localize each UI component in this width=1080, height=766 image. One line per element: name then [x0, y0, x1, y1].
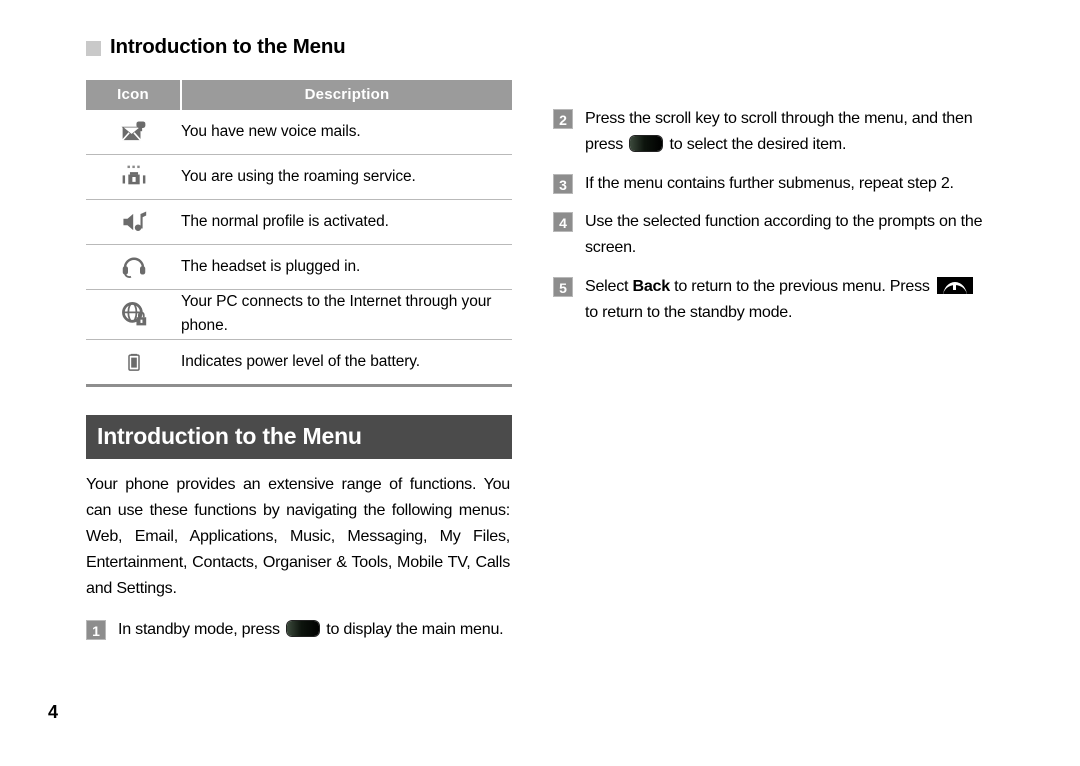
- table-body: You have new voice mails. You are using t…: [86, 110, 512, 387]
- column-header-icon: Icon: [86, 80, 182, 110]
- step-text: Press the scroll key to scroll through t…: [585, 106, 993, 158]
- step-number-badge: 3: [553, 173, 573, 194]
- bullet-square-icon: [86, 40, 101, 56]
- table-cell-description: The normal profile is activated.: [181, 199, 512, 245]
- table-row: Indicates power level of the battery.: [86, 339, 512, 387]
- step-text-fragment: to display the main menu.: [322, 620, 504, 639]
- ok-key-icon: [287, 621, 320, 637]
- step-item: 3 If the menu contains further submenus, …: [553, 171, 993, 197]
- left-steps-list: 1 In standby mode, press to display the m…: [86, 617, 512, 643]
- table-row: Your PC connects to the Internet through…: [86, 289, 512, 340]
- step-text-fragment: to select the desired item.: [665, 134, 847, 153]
- table-row: You have new voice mails.: [86, 110, 512, 155]
- table-cell-description: The headset is plugged in.: [181, 244, 512, 290]
- table-header: Icon Description: [86, 80, 512, 110]
- end-call-key-icon: [936, 276, 973, 294]
- step-text-fragment: to return to the previous menu. Press: [669, 276, 934, 295]
- step-item: 4 Use the selected function according to …: [553, 209, 993, 261]
- battery-icon: [86, 339, 181, 387]
- step-number-badge: 5: [553, 276, 573, 297]
- table-cell-description: Your PC connects to the Internet through…: [181, 289, 512, 340]
- table-row: The headset is plugged in.: [86, 244, 512, 290]
- ok-key-icon: [630, 135, 663, 151]
- table-header-row: Icon Description: [86, 80, 512, 110]
- table-cell-description: Indicates power level of the battery.: [181, 339, 512, 387]
- step-text-fragment: In standby mode, press: [118, 620, 285, 639]
- pc-internet-globe-lock-icon: [86, 289, 181, 340]
- table-row: The normal profile is activated.: [86, 199, 512, 245]
- table-cell-description: You are using the roaming service.: [181, 154, 512, 200]
- banner-heading: Introduction to the Menu: [86, 414, 512, 459]
- icon-description-table: Icon Description You have new voice mail…: [86, 80, 512, 387]
- page-number: 4: [48, 702, 59, 722]
- column-header-description: Description: [181, 80, 512, 110]
- step-text-emphasis: Back: [632, 276, 670, 295]
- step-text: In standby mode, press to display the ma…: [118, 617, 504, 643]
- headset-icon: [86, 244, 181, 290]
- step-text-fragment: Select: [585, 276, 633, 295]
- right-steps-list: 2 Press the scroll key to scroll through …: [553, 106, 993, 325]
- table-cell-description: You have new voice mails.: [181, 110, 512, 155]
- roaming-icon: [86, 154, 181, 200]
- step-text: Select Back to return to the previous me…: [585, 274, 993, 326]
- step-item: 1 In standby mode, press to display the m…: [86, 617, 512, 643]
- step-number-badge: 2: [553, 109, 573, 129]
- section-title: Introduction to the Menu: [86, 32, 512, 62]
- section-title-text: Introduction to the Menu: [110, 35, 346, 58]
- step-item: 5 Select Back to return to the previous m…: [553, 274, 993, 326]
- normal-profile-speaker-icon: [86, 199, 181, 245]
- table-row: You are using the roaming service.: [86, 154, 512, 200]
- step-text-fragment: to return to the standby mode.: [585, 302, 793, 321]
- step-number-badge: 4: [553, 212, 573, 233]
- step-text: Use the selected function according to t…: [585, 209, 993, 261]
- step-item: 2 Press the scroll key to scroll through …: [553, 106, 993, 158]
- step-text-fragment: Use the selected function according to t…: [585, 212, 983, 256]
- step-text: If the menu contains further submenus, r…: [585, 171, 954, 197]
- right-column: 2 Press the scroll key to scroll through …: [553, 90, 993, 338]
- left-column: Introduction to the Menu Icon Descriptio…: [86, 32, 512, 655]
- step-number-badge: 1: [86, 620, 106, 641]
- intro-paragraph: Your phone provides an extensive range o…: [86, 474, 510, 598]
- voice-mail-icon: [86, 110, 181, 155]
- step-text-fragment: If the menu contains further submenus, r…: [585, 173, 954, 192]
